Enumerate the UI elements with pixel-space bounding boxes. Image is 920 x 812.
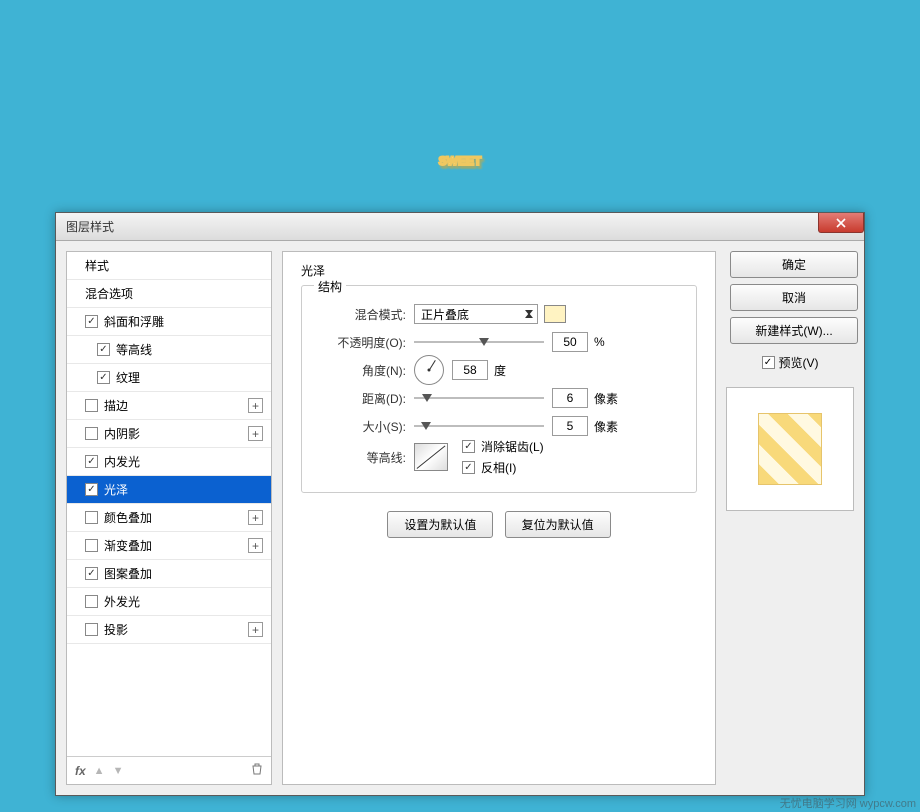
angle-dial[interactable]	[414, 355, 444, 385]
stroke-checkbox[interactable]	[85, 399, 98, 412]
inner-shadow-checkbox[interactable]	[85, 427, 98, 440]
gradient-overlay-checkbox[interactable]	[85, 539, 98, 552]
size-row: 大小(S): 5 像素	[318, 412, 680, 440]
style-row-outer-glow[interactable]: 外发光	[67, 588, 271, 616]
angle-input[interactable]: 58	[452, 360, 488, 380]
panel-title: 光泽	[301, 262, 697, 279]
antialias-row: 消除锯齿(L)	[462, 438, 544, 455]
texture-checkbox[interactable]	[97, 371, 110, 384]
add-inner-shadow-button[interactable]: +	[248, 426, 263, 441]
layer-style-dialog: 图层样式 样式 混合选项 斜面和浮雕 等高线 纹理 描边+ 内阴影+ 内发光 光…	[55, 212, 865, 796]
preview-box	[726, 387, 854, 511]
blend-mode-select[interactable]: 正片叠底	[414, 304, 538, 324]
bevel-checkbox[interactable]	[85, 315, 98, 328]
distance-row: 距离(D): 6 像素	[318, 384, 680, 412]
style-row-pattern-overlay[interactable]: 图案叠加	[67, 560, 271, 588]
reset-default-button[interactable]: 复位为默认值	[505, 511, 611, 538]
contour-row: 等高线: 消除锯齿(L) 反相(I)	[318, 440, 680, 474]
style-row-inner-glow[interactable]: 内发光	[67, 448, 271, 476]
svg-text:SWEET: SWEET	[439, 154, 482, 168]
opacity-slider[interactable]	[414, 335, 544, 349]
style-row-contour[interactable]: 等高线	[67, 336, 271, 364]
style-row-styles[interactable]: 样式	[67, 252, 271, 280]
drop-shadow-checkbox[interactable]	[85, 623, 98, 636]
style-row-color-overlay[interactable]: 颜色叠加+	[67, 504, 271, 532]
contour-checkbox[interactable]	[97, 343, 110, 356]
watermark: 无忧电脑学习网 wypcw.com	[780, 798, 916, 810]
color-overlay-checkbox[interactable]	[85, 511, 98, 524]
preview-toggle-row: 预览(V)	[726, 354, 854, 371]
preview-swatch	[758, 413, 822, 485]
content-panel: 光泽 结构 混合模式: 正片叠底 不透明度(O): 50 % 角度(N):	[282, 251, 716, 785]
sweet-text-art: SWEET	[0, 55, 920, 198]
contour-picker[interactable]	[414, 443, 448, 471]
styles-list: 样式 混合选项 斜面和浮雕 等高线 纹理 描边+ 内阴影+ 内发光 光泽 颜色叠…	[67, 252, 271, 756]
set-default-button[interactable]: 设置为默认值	[387, 511, 493, 538]
add-gradient-overlay-button[interactable]: +	[248, 538, 263, 553]
style-row-texture[interactable]: 纹理	[67, 364, 271, 392]
satin-checkbox[interactable]	[85, 483, 98, 496]
structure-group: 结构 混合模式: 正片叠底 不透明度(O): 50 % 角度(N): 58 度	[301, 285, 697, 493]
dialog-title: 图层样式	[66, 218, 114, 235]
ok-button[interactable]: 确定	[730, 251, 858, 278]
cancel-button[interactable]: 取消	[730, 284, 858, 311]
close-button[interactable]	[818, 213, 864, 233]
size-input[interactable]: 5	[552, 416, 588, 436]
style-row-bevel[interactable]: 斜面和浮雕	[67, 308, 271, 336]
move-up-button[interactable]: ▲	[94, 765, 105, 777]
dialog-body: 样式 混合选项 斜面和浮雕 等高线 纹理 描边+ 内阴影+ 内发光 光泽 颜色叠…	[56, 241, 864, 795]
distance-slider[interactable]	[414, 391, 544, 405]
distance-input[interactable]: 6	[552, 388, 588, 408]
color-swatch[interactable]	[544, 305, 566, 323]
style-row-drop-shadow[interactable]: 投影+	[67, 616, 271, 644]
opacity-row: 不透明度(O): 50 %	[318, 328, 680, 356]
right-column: 确定 取消 新建样式(W)... 预览(V)	[726, 251, 854, 785]
group-legend: 结构	[314, 278, 346, 295]
blend-mode-row: 混合模式: 正片叠底	[318, 300, 680, 328]
add-drop-shadow-button[interactable]: +	[248, 622, 263, 637]
preview-checkbox[interactable]	[762, 356, 775, 369]
outer-glow-checkbox[interactable]	[85, 595, 98, 608]
titlebar[interactable]: 图层样式	[56, 213, 864, 241]
opacity-input[interactable]: 50	[552, 332, 588, 352]
delete-button[interactable]	[251, 763, 263, 778]
style-row-stroke[interactable]: 描边+	[67, 392, 271, 420]
invert-checkbox[interactable]	[462, 461, 475, 474]
new-style-button[interactable]: 新建样式(W)...	[730, 317, 858, 344]
fx-menu-button[interactable]: fx	[75, 764, 86, 778]
style-row-inner-shadow[interactable]: 内阴影+	[67, 420, 271, 448]
invert-row: 反相(I)	[462, 459, 544, 476]
styles-column: 样式 混合选项 斜面和浮雕 等高线 纹理 描边+ 内阴影+ 内发光 光泽 颜色叠…	[66, 251, 272, 785]
styles-footer: fx ▲ ▼	[67, 756, 271, 784]
move-down-button[interactable]: ▼	[113, 765, 124, 777]
inner-glow-checkbox[interactable]	[85, 455, 98, 468]
antialias-checkbox[interactable]	[462, 440, 475, 453]
style-row-blend-options[interactable]: 混合选项	[67, 280, 271, 308]
pattern-overlay-checkbox[interactable]	[85, 567, 98, 580]
style-row-satin[interactable]: 光泽	[67, 476, 271, 504]
add-color-overlay-button[interactable]: +	[248, 510, 263, 525]
angle-row: 角度(N): 58 度	[318, 356, 680, 384]
size-slider[interactable]	[414, 419, 544, 433]
style-row-gradient-overlay[interactable]: 渐变叠加+	[67, 532, 271, 560]
add-stroke-button[interactable]: +	[248, 398, 263, 413]
default-buttons-row: 设置为默认值 复位为默认值	[301, 511, 697, 538]
